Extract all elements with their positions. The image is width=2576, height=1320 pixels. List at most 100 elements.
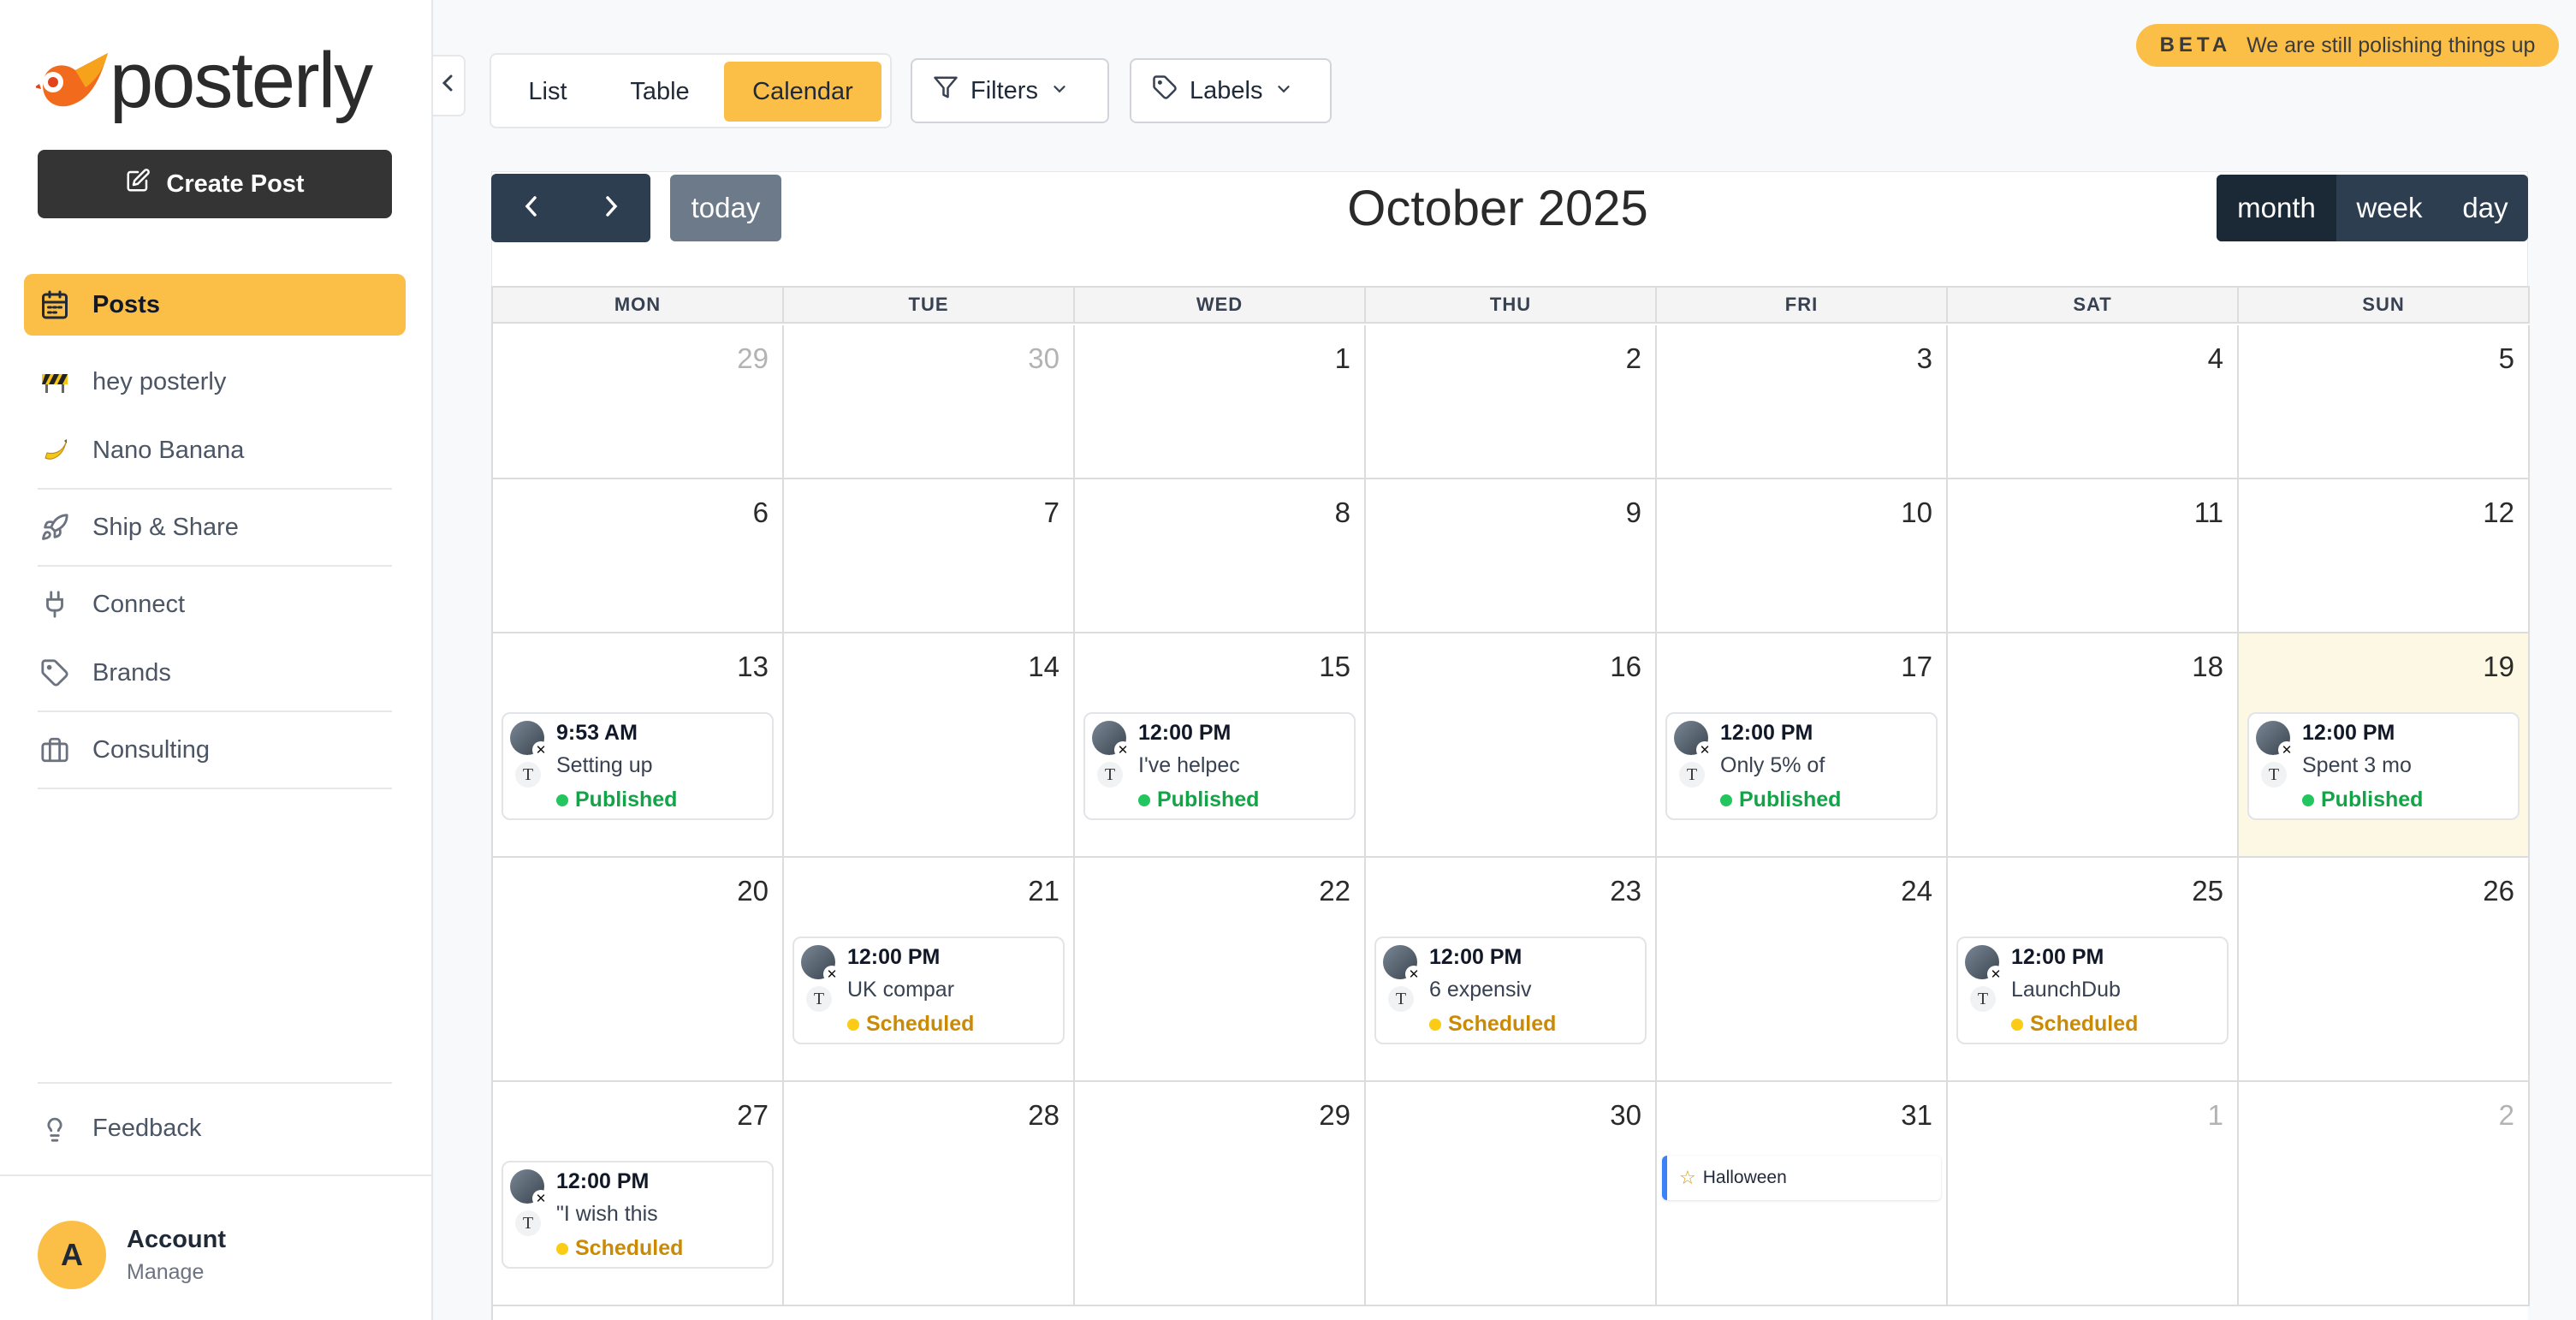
day-cell[interactable]: 4 (1948, 325, 2239, 479)
post-card[interactable]: ✕ T 12:00 PM LaunchDub Scheduled (1956, 936, 2229, 1044)
day-number[interactable]: 30 (1028, 342, 1059, 375)
view-day-button[interactable]: day (2442, 175, 2528, 241)
day-cell[interactable]: 9 (1366, 479, 1657, 633)
day-cell[interactable]: 1 (1075, 325, 1366, 479)
day-cell[interactable]: 7 (784, 479, 1075, 633)
day-cell[interactable]: 13 ✕ T 9:53 AM Setting up Published (493, 633, 784, 858)
post-card[interactable]: ✕ T 12:00 PM Only 5% of Published (1665, 712, 1938, 820)
day-cell[interactable]: 5 (2239, 325, 2530, 479)
day-cell[interactable]: 3 (1657, 325, 1948, 479)
sidebar-item-connect[interactable]: Connect (24, 574, 406, 635)
post-card[interactable]: ✕ T 12:00 PM I've helpec Published (1083, 712, 1356, 820)
day-cell[interactable]: 11 (1948, 479, 2239, 633)
day-number[interactable]: 21 (1028, 875, 1059, 907)
post-card[interactable]: ✕ T 9:53 AM Setting up Published (502, 712, 774, 820)
prev-month-button[interactable] (491, 174, 571, 242)
day-cell[interactable]: 30 (1366, 1082, 1657, 1306)
day-number[interactable]: 31 (1901, 1099, 1932, 1132)
sidebar-item-posts[interactable]: Posts (24, 274, 406, 336)
view-month-button[interactable]: month (2217, 175, 2336, 241)
day-number[interactable]: 29 (1319, 1099, 1350, 1132)
sidebar-item-ship-share[interactable]: Ship & Share (24, 496, 406, 558)
day-cell[interactable]: 24 (1657, 858, 1948, 1082)
day-number[interactable]: 7 (1044, 496, 1059, 529)
post-card[interactable]: ✕ T 12:00 PM 6 expensiv Scheduled (1374, 936, 1647, 1044)
post-card[interactable]: ✕ T 12:00 PM Spent 3 mo Published (2247, 712, 2520, 820)
day-number[interactable]: 5 (2499, 342, 2514, 375)
day-number[interactable]: 9 (1626, 496, 1641, 529)
day-number[interactable]: 1 (1335, 342, 1350, 375)
day-number[interactable]: 13 (737, 651, 769, 683)
sidebar-item-hey-posterly[interactable]: hey posterly (24, 351, 406, 413)
day-cell[interactable]: 20 (493, 858, 784, 1082)
calendar-event[interactable]: ☆ Halloween (1662, 1156, 1941, 1200)
day-number[interactable]: 6 (753, 496, 769, 529)
day-number[interactable]: 3 (1917, 342, 1932, 375)
day-cell[interactable]: 12 (2239, 479, 2530, 633)
day-cell[interactable]: 29 (1075, 1082, 1366, 1306)
day-cell[interactable]: 27 ✕ T 12:00 PM "I wish this Scheduled (493, 1082, 784, 1306)
day-cell[interactable]: 23 ✕ T 12:00 PM 6 expensiv Scheduled (1366, 858, 1657, 1082)
day-cell[interactable]: 26 (2239, 858, 2530, 1082)
day-number[interactable]: 11 (2194, 496, 2223, 529)
day-number[interactable]: 29 (737, 342, 769, 375)
day-number[interactable]: 14 (1028, 651, 1059, 683)
next-month-button[interactable] (571, 174, 650, 242)
filters-dropdown[interactable]: Filters (911, 58, 1109, 123)
day-number[interactable]: 22 (1319, 875, 1350, 907)
view-week-button[interactable]: week (2336, 175, 2442, 241)
posterly-logo[interactable]: posterly (34, 41, 373, 120)
labels-dropdown[interactable]: Labels (1130, 58, 1332, 123)
day-number[interactable]: 1 (2208, 1099, 2223, 1132)
today-button[interactable]: today (670, 175, 781, 241)
day-number[interactable]: 30 (1610, 1099, 1641, 1132)
day-cell[interactable]: 31 ☆ Halloween (1657, 1082, 1948, 1306)
day-number[interactable]: 20 (737, 875, 769, 907)
day-number[interactable]: 2 (2499, 1099, 2514, 1132)
day-cell[interactable]: 29 (493, 325, 784, 479)
account-section[interactable]: A Account Manage (0, 1174, 431, 1320)
tab-calendar[interactable]: Calendar (724, 62, 881, 122)
day-number[interactable]: 27 (737, 1099, 769, 1132)
day-number[interactable]: 23 (1610, 875, 1641, 907)
day-number[interactable]: 26 (2483, 875, 2514, 907)
day-cell[interactable]: 16 (1366, 633, 1657, 858)
day-cell[interactable]: 19 ✕ T 12:00 PM Spent 3 mo Published (2239, 633, 2530, 858)
day-cell[interactable]: 2 (2239, 1082, 2530, 1306)
sidebar-item-consulting[interactable]: Consulting (24, 719, 406, 781)
day-number[interactable]: 17 (1901, 651, 1932, 683)
day-cell[interactable]: 1 (1948, 1082, 2239, 1306)
day-number[interactable]: 28 (1028, 1099, 1059, 1132)
day-cell[interactable]: 10 (1657, 479, 1948, 633)
day-cell[interactable]: 21 ✕ T 12:00 PM UK compar Scheduled (784, 858, 1075, 1082)
day-number[interactable]: 15 (1319, 651, 1350, 683)
day-number[interactable]: 8 (1335, 496, 1350, 529)
day-number[interactable]: 19 (2483, 651, 2514, 683)
day-number[interactable]: 24 (1901, 875, 1932, 907)
sidebar-item-nano-banana[interactable]: Nano Banana (24, 419, 406, 481)
day-cell[interactable]: 28 (784, 1082, 1075, 1306)
day-number[interactable]: 16 (1610, 651, 1641, 683)
day-number[interactable]: 4 (2208, 342, 2223, 375)
day-cell[interactable]: 14 (784, 633, 1075, 858)
day-number[interactable]: 18 (2192, 651, 2223, 683)
day-cell[interactable]: 18 (1948, 633, 2239, 858)
day-number[interactable]: 10 (1901, 496, 1932, 529)
day-cell[interactable]: 8 (1075, 479, 1366, 633)
day-number[interactable]: 12 (2483, 496, 2514, 529)
day-cell[interactable]: 17 ✕ T 12:00 PM Only 5% of Published (1657, 633, 1948, 858)
day-cell[interactable]: 6 (493, 479, 784, 633)
post-card[interactable]: ✕ T 12:00 PM UK compar Scheduled (792, 936, 1065, 1044)
create-post-button[interactable]: Create Post (38, 150, 392, 218)
tab-list[interactable]: List (503, 62, 592, 122)
day-cell[interactable]: 22 (1075, 858, 1366, 1082)
sidebar-item-brands[interactable]: Brands (24, 642, 406, 704)
account-manage-link[interactable]: Manage (127, 1260, 204, 1285)
tab-table[interactable]: Table (604, 62, 715, 122)
day-cell[interactable]: 25 ✕ T 12:00 PM LaunchDub Scheduled (1948, 858, 2239, 1082)
collapse-sidebar-button[interactable] (433, 55, 466, 116)
day-cell[interactable]: 2 (1366, 325, 1657, 479)
day-cell[interactable]: 15 ✕ T 12:00 PM I've helpec Published (1075, 633, 1366, 858)
sidebar-item-feedback[interactable]: Feedback (24, 1097, 406, 1159)
day-number[interactable]: 25 (2192, 875, 2223, 907)
